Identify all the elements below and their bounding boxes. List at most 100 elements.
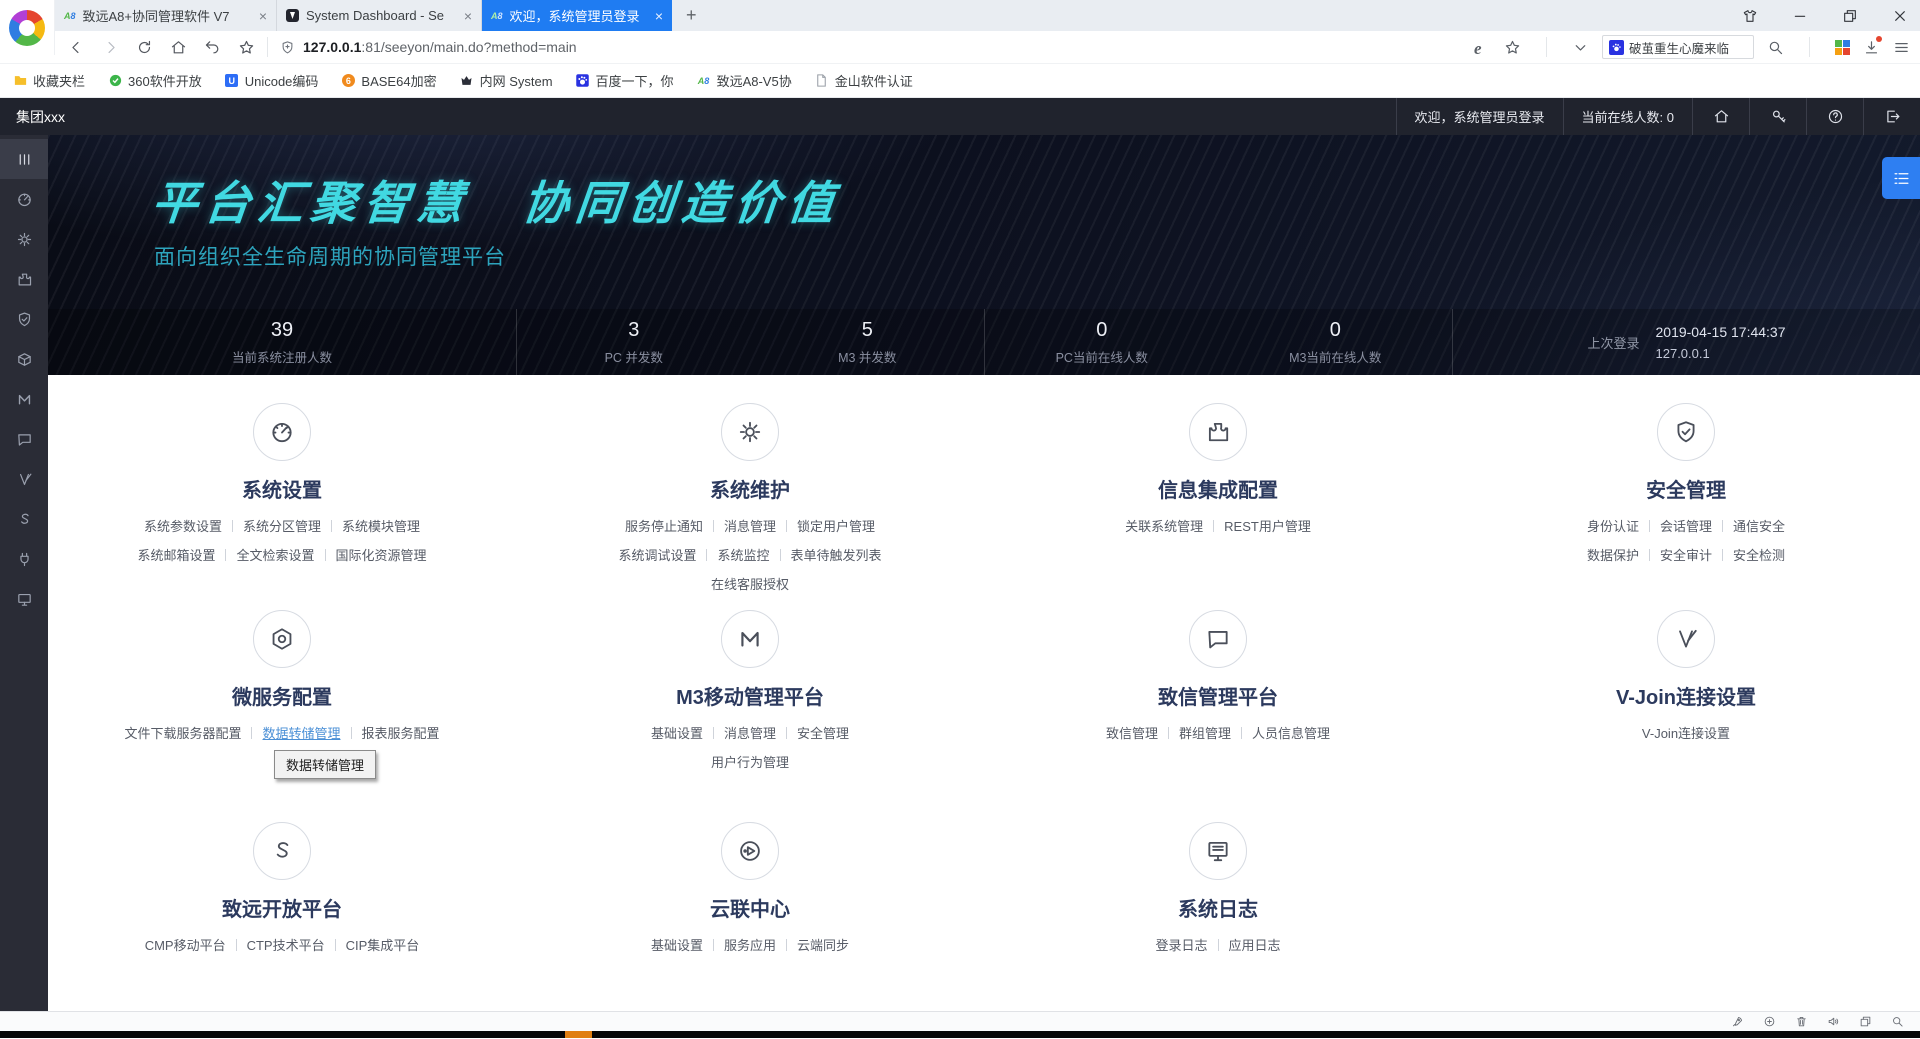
star-outline-icon[interactable] (238, 39, 255, 56)
card-link[interactable]: 安全审计 (1660, 545, 1712, 564)
help-icon[interactable] (1806, 98, 1863, 135)
sidebar-item-puzzle[interactable] (0, 259, 48, 299)
sidebar-item-shield-check[interactable] (0, 299, 48, 339)
card-link[interactable]: 系统调试设置 (618, 545, 696, 564)
trash-icon[interactable] (1795, 1015, 1808, 1028)
reload-icon[interactable] (136, 39, 153, 56)
tab-close-icon[interactable]: × (259, 8, 267, 24)
apps-grid-icon[interactable] (1835, 39, 1850, 55)
card-link[interactable]: 系统邮箱设置 (137, 545, 215, 564)
security-shield-icon[interactable] (280, 40, 295, 55)
card-link[interactable]: 关联系统管理 (1125, 516, 1203, 535)
card-link[interactable]: 系统监控 (717, 545, 769, 564)
card-link[interactable]: 服务停止通知 (625, 516, 703, 535)
favorite-star-icon[interactable] (1504, 39, 1521, 56)
card-link[interactable]: 致信管理 (1106, 723, 1158, 742)
home-icon[interactable] (1692, 98, 1749, 135)
card-link[interactable]: 消息管理 (724, 516, 776, 535)
chevron-down-icon[interactable] (1572, 39, 1589, 56)
bookmark-item[interactable]: 6 BASE64加密 (340, 71, 437, 90)
card-link[interactable]: REST用户管理 (1224, 516, 1311, 535)
card-link[interactable]: 全文检索设置 (236, 545, 314, 564)
card-link[interactable]: 身份认证 (1587, 516, 1639, 535)
card-link[interactable]: 安全管理 (797, 723, 849, 742)
bookmark-item[interactable]: U Unicode编码 (224, 71, 318, 90)
card-link[interactable]: 消息管理 (724, 723, 776, 742)
sidebar-item-monitor[interactable] (0, 579, 48, 619)
hamburger-menu-icon[interactable] (1893, 39, 1910, 56)
card-link[interactable]: CIP集成平台 (346, 935, 420, 954)
card-link[interactable]: 安全检测 (1733, 545, 1785, 564)
browser-tab[interactable]: System Dashboard - Se × (277, 0, 482, 31)
browser-tab[interactable]: A8 欢迎，系统管理员登录 × (482, 0, 672, 31)
back-icon[interactable] (68, 39, 85, 56)
card-link[interactable]: 群组管理 (1179, 723, 1231, 742)
card-link[interactable]: 文件下载服务器配置 (124, 723, 241, 742)
sidebar-item-vjoin[interactable] (0, 459, 48, 499)
url-box[interactable]: 127.0.0.1:81/seeyon/main.do?method=main (280, 39, 1474, 55)
bookmark-item[interactable]: 百度一下，你 (575, 71, 674, 90)
tab-close-icon[interactable]: × (464, 8, 472, 24)
speaker-icon[interactable] (1827, 1015, 1840, 1028)
close-icon[interactable] (1892, 8, 1908, 24)
taskbar-app-indicator[interactable] (565, 1031, 592, 1038)
sidebar-item-gear[interactable] (0, 219, 48, 259)
card-link[interactable]: 基础设置 (651, 723, 703, 742)
forward-icon[interactable] (102, 39, 119, 56)
search-icon[interactable] (1767, 39, 1784, 56)
card-link[interactable]: 数据保护 (1587, 545, 1639, 564)
bookmark-item[interactable]: 金山软件认证 (814, 71, 913, 90)
card-link[interactable]: 数据转储管理 (262, 723, 340, 742)
browser-search-box[interactable]: 破茧重生心魔来临 (1602, 35, 1754, 59)
search-input[interactable]: 破茧重生心魔来临 (1629, 38, 1747, 57)
card-link[interactable]: 会话管理 (1660, 516, 1712, 535)
new-tab-button[interactable]: + (672, 0, 711, 31)
card-link[interactable]: 在线客服授权 (711, 574, 789, 593)
sidebar-item-dashboard[interactable] (0, 179, 48, 219)
skin-icon[interactable] (1742, 8, 1758, 24)
zoom-icon[interactable] (1891, 1015, 1904, 1028)
windows-icon[interactable] (1859, 1015, 1872, 1028)
card-link[interactable]: 应用日志 (1229, 935, 1281, 954)
card-link[interactable]: 系统参数设置 (144, 516, 222, 535)
card-link[interactable]: 系统模块管理 (342, 516, 420, 535)
browser-logo[interactable] (0, 0, 55, 55)
bookmark-item[interactable]: A8 致远A8-V5协 (696, 71, 792, 90)
sidebar-item-s-swirl[interactable] (0, 499, 48, 539)
key-icon[interactable] (1749, 98, 1806, 135)
card-link[interactable]: 报表服务配置 (362, 723, 440, 742)
logout-icon[interactable] (1863, 98, 1920, 135)
url-text[interactable]: 127.0.0.1:81/seeyon/main.do?method=main (303, 39, 577, 55)
card-link[interactable]: 用户行为管理 (711, 752, 789, 771)
card-link[interactable]: 服务应用 (724, 935, 776, 954)
download-icon[interactable] (1863, 35, 1882, 56)
card-link[interactable]: V-Join连接设置 (1642, 723, 1730, 742)
bookmark-item[interactable]: 内网 System (459, 71, 553, 90)
card-link[interactable]: CTP技术平台 (247, 935, 325, 954)
ie-icon[interactable]: e (1474, 39, 1491, 58)
card-link[interactable]: 基础设置 (651, 935, 703, 954)
sidebar-item-chat[interactable] (0, 419, 48, 459)
card-link[interactable]: 表单待触发列表 (791, 545, 882, 564)
rocket-icon[interactable] (1731, 1015, 1744, 1028)
sidebar-item-m3[interactable] (0, 379, 48, 419)
bookmark-item[interactable]: 360软件开放 (107, 71, 202, 90)
sidebar-item-package[interactable] (0, 339, 48, 379)
card-link[interactable]: 国际化资源管理 (336, 545, 427, 564)
speed-plus-icon[interactable] (1763, 1015, 1776, 1028)
card-link[interactable]: 系统分区管理 (243, 516, 321, 535)
card-link[interactable]: 锁定用户管理 (797, 516, 875, 535)
card-link[interactable]: 通信安全 (1733, 516, 1785, 535)
card-link[interactable]: 人员信息管理 (1252, 723, 1330, 742)
tab-close-icon[interactable]: × (655, 8, 663, 24)
browser-tab[interactable]: A8 致远A8+协同管理软件 V7 × (55, 0, 277, 31)
sidebar-item-plug[interactable] (0, 539, 48, 579)
card-link[interactable]: 云端同步 (797, 935, 849, 954)
card-link[interactable]: 登录日志 (1155, 935, 1207, 954)
menu-toggle-button[interactable] (1882, 157, 1920, 199)
undo-icon[interactable] (204, 39, 221, 56)
minimize-icon[interactable] (1792, 8, 1808, 24)
card-link[interactable]: CMP移动平台 (145, 935, 226, 954)
home-icon[interactable] (170, 39, 187, 56)
restore-icon[interactable] (1842, 8, 1858, 24)
